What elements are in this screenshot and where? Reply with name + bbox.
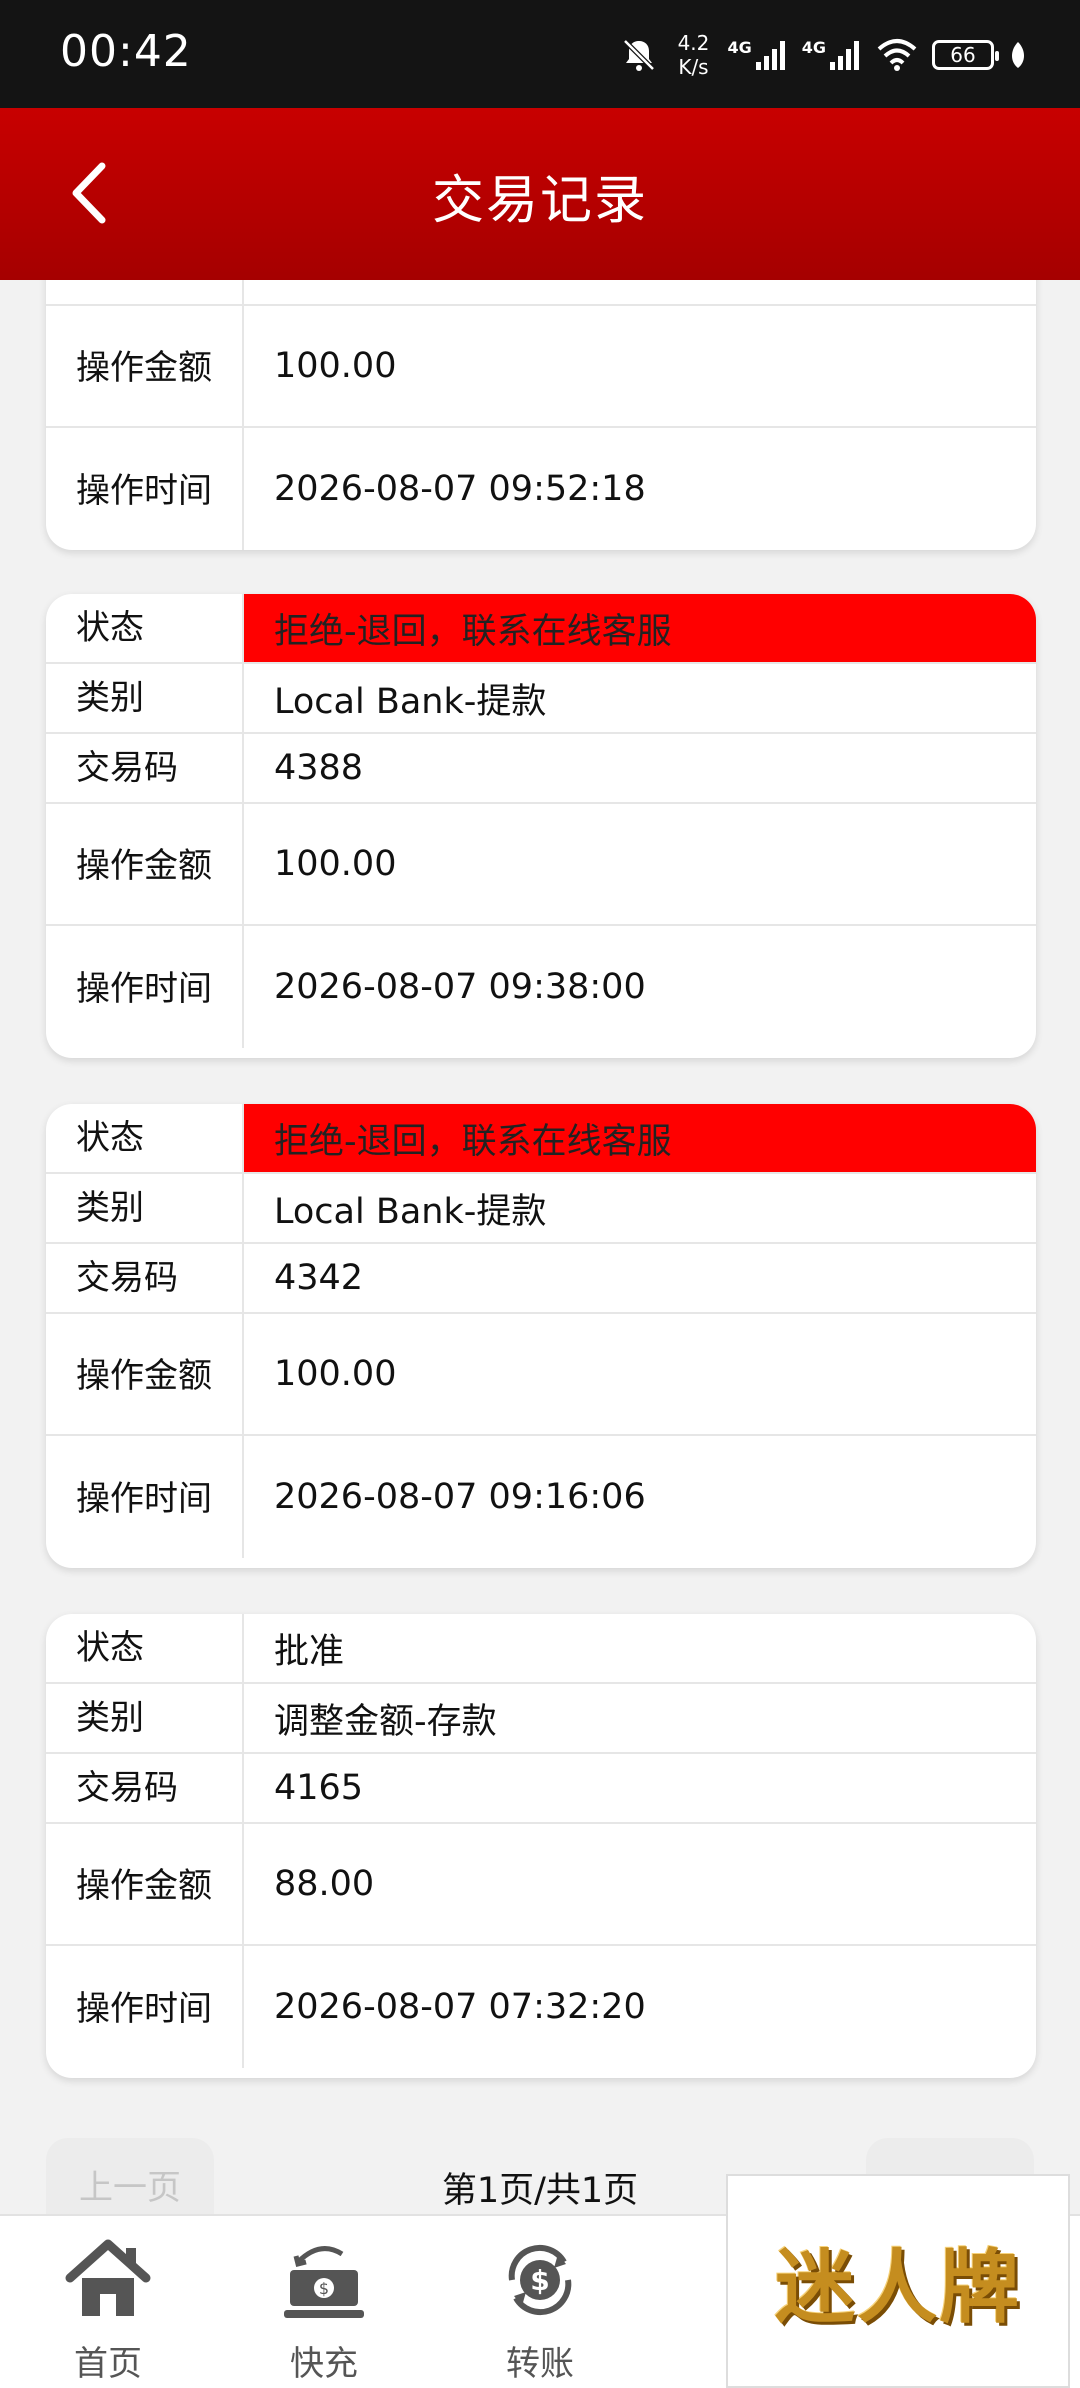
- leaf-icon: [1012, 42, 1024, 68]
- time-label: 操作时间: [46, 926, 244, 1048]
- signal-2: 4G: [802, 38, 862, 72]
- status-icons: 4.2 K/s 4G 4G 66: [619, 30, 1028, 80]
- amount-value: 100.00: [274, 1354, 397, 1394]
- wifi-icon: [877, 39, 917, 71]
- home-icon: [65, 2239, 151, 2316]
- tab-transfer[interactable]: $ 转账: [470, 2232, 610, 2384]
- record-label: [46, 280, 244, 304]
- battery-level: 66: [950, 43, 976, 67]
- time-value: 2026-08-07 09:38:00: [274, 967, 646, 1007]
- net-speed-unit: K/s: [678, 55, 709, 79]
- time-value: 2026-08-07 09:52:18: [274, 469, 646, 509]
- category-value: Local Bank-提款: [274, 1191, 547, 1232]
- code-value: 4342: [274, 1258, 364, 1298]
- record-row-amount: 操作金额 100.00: [46, 804, 1036, 926]
- tab-home[interactable]: 首页: [38, 2232, 178, 2384]
- tab-quick-charge-label: 快充: [290, 2344, 358, 2384]
- record-row-status: 状态 拒绝-退回，联系在线客服: [46, 594, 1036, 664]
- code-label: 交易码: [46, 734, 244, 802]
- category-value: Local Bank-提款: [274, 681, 547, 722]
- time-label: 操作时间: [46, 1436, 244, 1558]
- tab-transfer-label: 转账: [506, 2344, 574, 2384]
- tab-home-label: 首页: [74, 2344, 142, 2384]
- amount-label: 操作金额: [46, 1314, 244, 1434]
- svg-text:$: $: [530, 2264, 549, 2297]
- time-label: 操作时间: [46, 428, 244, 550]
- bell-off-icon: [623, 39, 656, 71]
- record-row-time: 操作时间 2026-08-07 07:32:20: [46, 1946, 1036, 2068]
- record-row-time: 操作时间 2026-08-07 09:38:00: [46, 926, 1036, 1048]
- page-title: 交易记录: [431, 171, 648, 231]
- record-list[interactable]: 操作金额 100.00 操作时间 2026-08-07 09:52:18 状态 …: [0, 280, 1080, 2214]
- app-header: 交易记录: [0, 108, 1080, 280]
- code-label: 交易码: [46, 1754, 244, 1822]
- amount-value: 88.00: [274, 1864, 375, 1904]
- record-row-code: 交易码 4165: [46, 1754, 1036, 1824]
- signal-2-label: 4G: [801, 38, 826, 57]
- net-speed-value: 4.2: [677, 31, 710, 55]
- record-row-status: 状态 批准: [46, 1614, 1036, 1684]
- category-label: 类别: [46, 1684, 244, 1752]
- dollar-cycle-icon: $: [508, 2244, 572, 2316]
- status-value: 拒绝-退回，联系在线客服: [244, 1104, 1036, 1172]
- status-value: 拒绝-退回，联系在线客服: [244, 594, 1036, 662]
- record-row-category: 类别 调整金额-存款: [46, 1684, 1036, 1754]
- signal-1: 4G: [727, 38, 787, 72]
- watermark-logo: 迷人牌: [726, 2174, 1070, 2388]
- record-card: 状态 拒绝-退回，联系在线客服 类别 Local Bank-提款 交易码 438…: [46, 594, 1036, 1058]
- cash-icon: $: [284, 2246, 364, 2318]
- record-row-amount: 操作金额 100.00: [46, 306, 1036, 428]
- record-row-category: 类别 Local Bank-提款: [46, 1174, 1036, 1244]
- time-value: 2026-08-07 07:32:20: [274, 1987, 646, 2027]
- record-card: 状态 批准 类别 调整金额-存款 交易码 4165 操作金额 88.00 操作时…: [46, 1614, 1036, 2078]
- record-row-time: 操作时间 2026-08-07 09:52:18: [46, 428, 1036, 550]
- category-label: 类别: [46, 664, 244, 732]
- time-value: 2026-08-07 09:16:06: [274, 1477, 646, 1517]
- signal-bars-icon: [830, 41, 859, 70]
- net-speed: 4.2 K/s: [673, 31, 713, 79]
- record-card: 状态 拒绝-退回，联系在线客服 类别 Local Bank-提款 交易码 434…: [46, 1104, 1036, 1568]
- record-row-category: 类别 Local Bank-提款: [46, 664, 1036, 734]
- signal-1-label: 4G: [727, 38, 752, 57]
- status-label: 状态: [46, 594, 244, 662]
- time-label: 操作时间: [46, 1946, 244, 2068]
- status-label: 状态: [46, 1614, 244, 1682]
- record-row-time: 操作时间 2026-08-07 09:16:06: [46, 1436, 1036, 1558]
- code-label: 交易码: [46, 1244, 244, 1312]
- record-row-status: 状态 拒绝-退回，联系在线客服: [46, 1104, 1036, 1174]
- status-label: 状态: [46, 1104, 244, 1172]
- status-bar: 00:42 4.2 K/s 4G 4G 66: [0, 0, 1080, 108]
- svg-text:$: $: [319, 2279, 329, 2298]
- record-row-amount: 操作金额 100.00: [46, 1314, 1036, 1436]
- watermark-text: 迷人牌: [775, 2240, 1021, 2334]
- amount-value: 100.00: [274, 346, 397, 386]
- tab-quick-charge[interactable]: $ 快充: [254, 2232, 394, 2384]
- amount-value: 100.00: [274, 844, 397, 884]
- record-card: 操作金额 100.00 操作时间 2026-08-07 09:52:18: [46, 280, 1036, 550]
- code-value: 4165: [274, 1768, 364, 1808]
- category-value: 调整金额-存款: [274, 1701, 497, 1742]
- record-row-blank: [46, 280, 1036, 306]
- record-row-code: 交易码 4388: [46, 734, 1036, 804]
- record-row-amount: 操作金额 88.00: [46, 1824, 1036, 1946]
- clock: 00:42: [60, 26, 192, 77]
- status-value: 批准: [274, 1631, 345, 1672]
- amount-label: 操作金额: [46, 1824, 244, 1944]
- battery-icon: 66: [932, 40, 999, 70]
- amount-label: 操作金额: [46, 804, 244, 924]
- record-row-code: 交易码 4342: [46, 1244, 1036, 1314]
- amount-label: 操作金额: [46, 306, 244, 426]
- category-label: 类别: [46, 1174, 244, 1242]
- code-value: 4388: [274, 748, 364, 788]
- record-value: [244, 280, 1036, 304]
- signal-bars-icon: [755, 41, 785, 70]
